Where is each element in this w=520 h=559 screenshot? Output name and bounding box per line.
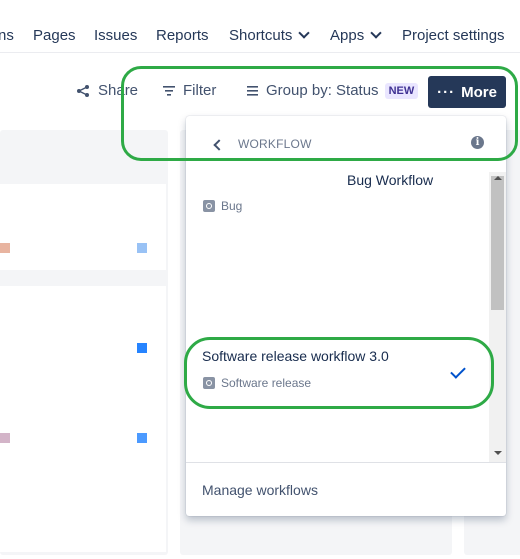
top-navigation: ns Pages Issues Reports Shortcuts Apps P…	[0, 0, 520, 53]
nav-item-apps[interactable]: Apps	[330, 27, 382, 44]
priority-icon	[137, 243, 147, 253]
scroll-down-icon[interactable]	[494, 451, 502, 455]
annotation-outline	[121, 66, 518, 161]
manage-workflows-link[interactable]: Manage workflows	[202, 482, 318, 498]
workflow-type-label: Bug	[221, 199, 243, 213]
chevron-down-icon	[298, 27, 311, 39]
nav-item-partial[interactable]: ns	[0, 27, 14, 44]
card-label-marker	[0, 243, 10, 253]
share-icon	[77, 84, 89, 97]
card-label-marker	[0, 433, 10, 443]
nav-item-apps-label: Apps	[330, 27, 365, 44]
priority-icon	[137, 343, 147, 353]
priority-icon	[137, 433, 147, 443]
workflow-name: Bug Workflow	[347, 172, 434, 188]
workflow-issue-type: Bug	[203, 199, 242, 213]
nav-item-reports[interactable]: Reports	[156, 27, 209, 44]
issue-card[interactable]	[0, 184, 166, 270]
nav-item-issues[interactable]: Issues	[94, 27, 137, 44]
nav-item-pages[interactable]: Pages	[33, 27, 76, 44]
nav-item-shortcuts-label: Shortcuts	[229, 27, 293, 44]
annotation-outline	[184, 337, 494, 409]
nav-item-project-settings[interactable]: Project settings	[402, 27, 505, 44]
scroll-up-icon[interactable]	[494, 176, 502, 180]
chevron-down-icon	[370, 27, 382, 39]
scrollbar-thumb[interactable]	[491, 176, 504, 310]
nav-item-shortcuts[interactable]: Shortcuts	[229, 27, 311, 44]
issue-type-icon	[203, 200, 215, 212]
workflow-dropdown: WORKFLOW i Bug Workflow Bug Software rel…	[186, 116, 506, 516]
issue-card[interactable]	[0, 286, 166, 552]
